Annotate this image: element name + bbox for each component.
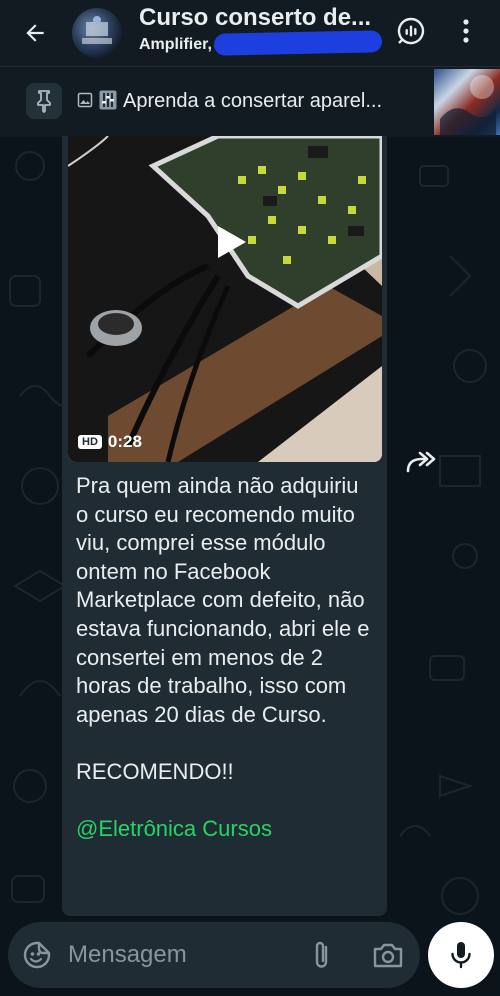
play-button[interactable]: [210, 222, 250, 262]
pinned-message-bar[interactable]: Aprenda a consertar aparel...: [0, 66, 500, 137]
pinned-text-label: Aprenda a consertar aparel...: [123, 90, 383, 112]
video-thumbnail[interactable]: HD 0:28: [68, 136, 382, 462]
camera-button[interactable]: [372, 940, 404, 970]
sticker-button[interactable]: [22, 940, 52, 970]
microphone-icon: [451, 942, 471, 969]
pinned-thumbnail[interactable]: [434, 69, 500, 135]
sticker-icon: [23, 941, 51, 969]
paperclip-icon: [315, 941, 328, 968]
channel-icon: [397, 17, 425, 45]
equalizer-icon: [99, 90, 117, 110]
thumbnail-image: [440, 75, 496, 135]
message-body: Pra quem ainda não adquiriu o curso eu r…: [76, 473, 370, 727]
menu-button[interactable]: [452, 14, 480, 48]
message-text: Pra quem ainda não adquiriu o curso eu r…: [76, 472, 376, 844]
message-input[interactable]: Mensagem: [68, 941, 187, 969]
pin-icon: [37, 90, 51, 113]
channel-button[interactable]: [394, 14, 428, 48]
attach-button[interactable]: [310, 939, 334, 971]
camera-icon: [373, 943, 403, 968]
video-meta: HD 0:28: [78, 432, 142, 452]
avatar-image: [82, 16, 112, 44]
voice-message-button[interactable]: [428, 922, 494, 988]
forward-icon: [406, 451, 436, 473]
forward-button[interactable]: [402, 443, 440, 481]
pin-button[interactable]: [26, 83, 62, 119]
video-frame-image: [68, 136, 382, 462]
image-icon: [77, 92, 93, 108]
arrow-left-icon: [26, 24, 44, 42]
video-duration: 0:28: [107, 432, 142, 451]
message-recommend: RECOMENDO!!: [76, 758, 234, 784]
mention-link[interactable]: @Eletrônica Cursos: [76, 815, 376, 844]
chat-subtitle[interactable]: Amplifier, +: [139, 36, 226, 54]
redaction-mark: [213, 30, 383, 56]
hd-badge: HD: [78, 435, 102, 449]
chat-title[interactable]: Curso conserto de...: [139, 4, 371, 32]
play-icon: [218, 226, 246, 258]
message-composer[interactable]: Mensagem: [8, 922, 420, 988]
back-button[interactable]: [18, 16, 52, 50]
group-avatar[interactable]: [72, 8, 122, 58]
chat-header: Curso conserto de... Amplifier, +: [0, 0, 500, 66]
message-bubble[interactable]: HD 0:28 Pra quem ainda não adquiriu o cu…: [62, 136, 387, 916]
pinned-message-text[interactable]: Aprenda a consertar aparel...: [77, 90, 382, 113]
kebab-menu-icon: [463, 19, 469, 43]
